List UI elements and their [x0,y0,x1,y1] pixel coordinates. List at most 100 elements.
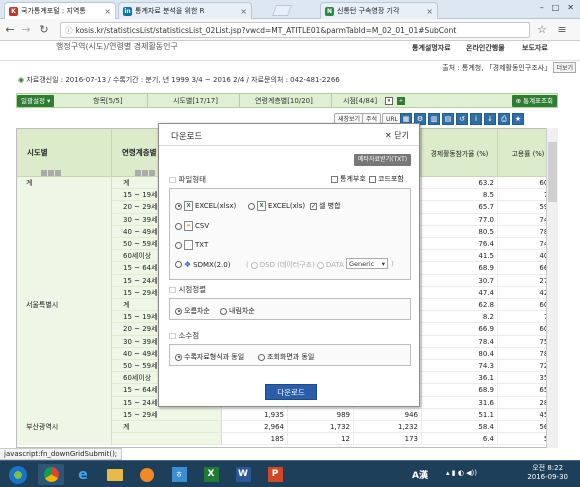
word-taskbar-icon[interactable]: W [230,464,256,485]
more-button[interactable]: 더보기 [553,62,576,73]
browser-toolbar: ← → ↻ ⓘ kosis.kr/statisticsList/statisti… [0,19,580,41]
cell-rate: 68.9 [422,262,498,275]
media-taskbar-icon[interactable] [134,464,160,485]
filter-age[interactable]: 연령계층별[10/20] [255,96,313,106]
header-sido[interactable]: 시도별 [17,129,112,177]
cell-rate: 8.2 [422,311,498,324]
chart-icon[interactable]: ▥ [428,113,440,125]
radio-dot[interactable] [316,261,324,269]
cell-rate: 36.1 [422,372,498,385]
start-button[interactable] [4,464,32,485]
press-release-link[interactable]: 보도자료 [522,43,548,53]
cell-sido [17,323,112,336]
sort-desc-radio[interactable]: 내림차순 [220,306,255,316]
dialog-title: 다운로드 [171,132,203,142]
ime-indicator[interactable]: A漢 [412,468,428,481]
code-include-checkbox[interactable]: 코드포함 [369,174,404,184]
tab-linkedin-label: 통계자료 분석을 위한 R [135,7,205,15]
page-info-icon[interactable]: ⓘ [65,25,73,36]
filter-item[interactable]: 항목[5/5] [93,96,123,106]
radio-dot[interactable] [250,261,258,269]
ie-taskbar-icon[interactable]: e [70,464,96,485]
sort-desc-label: 내림차순 [229,307,255,315]
cell-b: 989 [288,408,354,421]
cell-rate: 80.5 [422,225,498,238]
code-include-label: 코드포함 [378,175,404,183]
period-toggle-icon[interactable]: ▾ [385,97,393,105]
media-player-icon [140,467,154,482]
format-sdmx-radio[interactable]: ❖ SDMX(2.0) [175,260,230,269]
decimal-options-box: 수록자료형식과 동일 조회화면과 동일 [169,344,411,366]
decimal-same-radio[interactable]: 수록자료형식과 동일 [175,352,244,362]
sdmx-paren-close: ) [391,260,394,268]
cell-a: 2,964 [222,421,288,434]
cell-c: 173 [354,433,422,446]
tab-kosis[interactable]: K 국가통계포털 : 지역통 × [4,2,116,19]
format-xls-radio[interactable]: X EXCEL(xls) [248,201,305,211]
reload-icon[interactable]: ↻ [38,23,50,36]
sdmx-dsd-label: DSD (데이터구조) [259,261,315,269]
cell-sido [17,262,112,275]
info-icon[interactable]: i [470,113,482,125]
hangul-taskbar-icon[interactable]: ㅎ [166,464,192,485]
cell-rate: 77.0 [422,213,498,226]
print-icon[interactable]: ⎙ [498,113,510,125]
ppt-taskbar-icon[interactable]: P [262,464,288,485]
maximize-icon[interactable]: □ [552,3,560,15]
sort-asc-radio[interactable]: 오름차순 [175,306,210,316]
forward-icon[interactable]: → [20,23,32,36]
minimize-icon[interactable]: – [540,3,544,15]
radio-dot [248,202,255,210]
tab-close-icon[interactable]: × [426,7,433,16]
online-publication-link[interactable]: 온라인간행물 [466,43,505,53]
filter-period[interactable]: 시점[4/84] [343,96,377,106]
format-txt-radio[interactable]: TXT [175,240,208,250]
tab-news[interactable]: N 신통턴 구속영장 기각 × [320,2,438,19]
download-icon[interactable]: ↓ [484,113,496,125]
stat-description-link[interactable]: 통계설명자료 [412,43,451,53]
download-button[interactable]: 다운로드 [265,384,317,400]
stat-symbol-checkbox[interactable]: 통계부호 [331,174,366,184]
header-emp-label: 고용률 (%) [511,149,545,158]
meta-info: ◉ 자료갱신일 : 2016-07-13 / 수록기간 : 분기, 년 1999… [18,75,340,85]
refresh-icon[interactable]: ↺ [456,113,468,125]
grid-icon[interactable]: ▤ [442,113,454,125]
clock[interactable]: 오전 8:22 2016-09-30 [527,464,568,482]
vertical-scrollbar[interactable] [546,128,558,448]
address-bar[interactable]: ⓘ kosis.kr/statisticsList/statisticsList… [60,22,530,38]
scroll-thumb[interactable] [548,142,557,202]
format-xlsx-radio[interactable]: X EXCEL(xlsx) [175,201,236,211]
sdmx-icon: ❖ [184,260,192,269]
radio-dot [175,202,182,210]
merge-cells-checkbox[interactable]: ✓ 셀 병합 [310,201,341,211]
explorer-taskbar-icon[interactable] [102,464,128,485]
tray-icons[interactable]: ▴ ▮ ◐ ◀)) [446,469,477,477]
bulk-settings-button[interactable]: 일괄설정 ▾ [17,95,55,107]
close-window-icon[interactable]: ✕ [567,3,574,15]
period-add-icon[interactable]: + [397,97,405,105]
query-table-button[interactable]: ⊕ 통계표조회 [511,95,557,107]
sdmx-type-select[interactable]: Generic ▾ [346,258,388,269]
dialog-close-button[interactable]: ✕ 닫기 [385,130,409,141]
excel-taskbar-icon[interactable]: X [198,464,224,485]
favorite-icon[interactable]: ★ [512,113,524,125]
tab-close-icon[interactable]: × [240,7,247,16]
filter-sido[interactable]: 시도별[17/17] [173,96,218,106]
new-tab-button[interactable] [271,5,293,16]
tab-close-icon[interactable]: × [104,7,111,16]
chrome-taskbar-icon[interactable] [38,464,64,485]
metadata-download-button[interactable]: 메타자료받기(TXT) [354,154,412,166]
cell-rate: 47.4 [422,286,498,299]
clock-icon: ◉ [18,76,25,84]
powerpoint-icon: P [267,467,283,482]
tab-linkedin[interactable]: in 통계자료 분석을 위한 R × [118,2,252,19]
cell-sido [17,384,112,397]
format-csv-radio[interactable]: ≈ CSV [175,221,209,231]
header-participation-rate[interactable]: 경제활동참가율 (%) [422,129,498,177]
divider [331,94,332,107]
radio-dot [175,307,182,315]
menu-icon[interactable]: ≡ [556,23,568,36]
decimal-screen-radio[interactable]: 조회화면과 동일 [258,352,314,362]
bookmark-star-icon[interactable]: ☆ [536,23,548,36]
back-icon[interactable]: ← [4,23,16,36]
